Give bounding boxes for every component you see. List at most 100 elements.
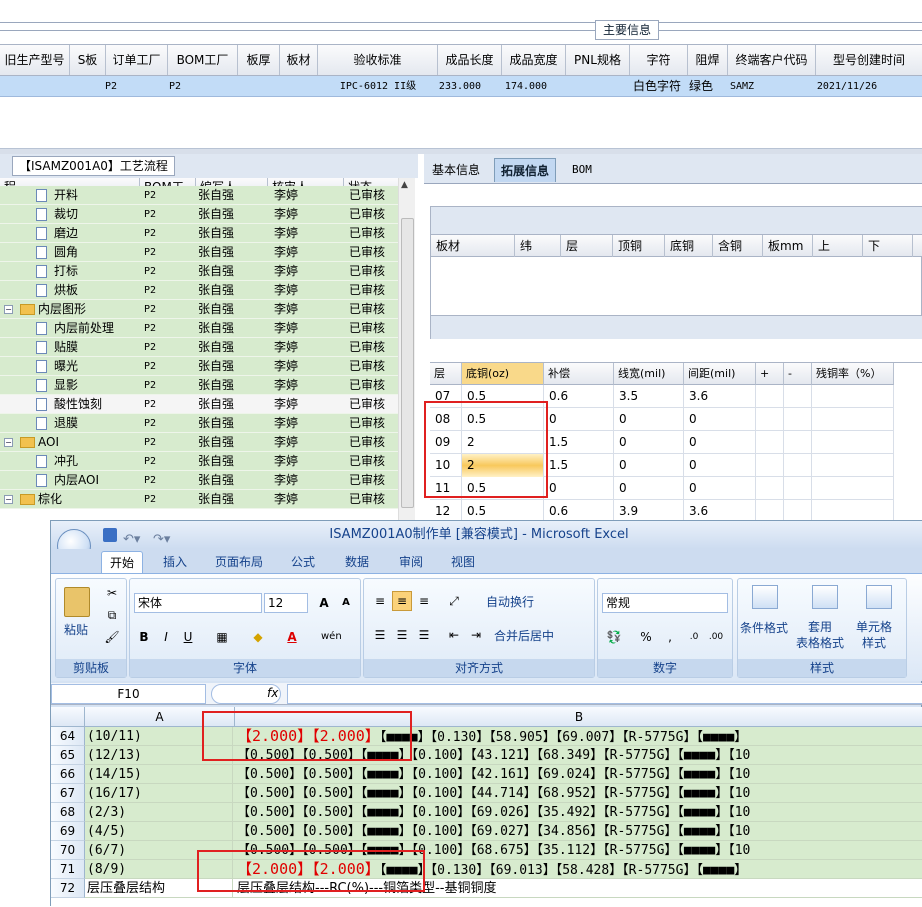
- increase-decimal-icon[interactable]: .0: [684, 627, 704, 647]
- tree-row[interactable]: 贴膜 P2 张自强 李婷 已审核: [0, 338, 398, 357]
- font-size-select[interactable]: 12: [264, 593, 308, 613]
- font-color-icon[interactable]: A: [282, 627, 302, 647]
- copy-icon[interactable]: ⧉: [102, 605, 122, 625]
- row-header[interactable]: 66: [51, 765, 85, 784]
- cell-b[interactable]: 【0.500】【0.500】【■■■■】【0.100】【44.714】【68.9…: [235, 784, 750, 803]
- tree-row[interactable]: 冲孔 P2 张自强 李婷 已审核: [0, 452, 398, 471]
- layer-cell[interactable]: [756, 385, 784, 408]
- layer-cell[interactable]: 0: [614, 454, 684, 477]
- percent-icon[interactable]: %: [636, 627, 656, 647]
- layer-cell[interactable]: 0: [614, 408, 684, 431]
- cell-a[interactable]: (16/17): [85, 784, 233, 803]
- layer-cell[interactable]: 0: [614, 431, 684, 454]
- table-format-button[interactable]: 套用 表格格式: [796, 619, 844, 651]
- tab-insert[interactable]: 插入: [155, 551, 195, 573]
- merge-center-button[interactable]: 合并后居中: [494, 627, 554, 644]
- main-info-row[interactable]: P2 P2 IPC-6012 II级 233.000 174.000 白色字符 …: [0, 76, 922, 97]
- number-format-select[interactable]: 常规: [602, 593, 728, 613]
- row-header[interactable]: 69: [51, 822, 85, 841]
- align-bottom-icon[interactable]: ≡: [414, 591, 434, 611]
- wrap-text-button[interactable]: 自动换行: [486, 593, 534, 610]
- paste-icon[interactable]: [64, 587, 90, 617]
- col-header[interactable]: +: [756, 363, 784, 385]
- cell-b[interactable]: 【0.500】【0.500】【■■■■】【0.100】【42.161】【69.0…: [235, 765, 750, 784]
- conditional-format-icon[interactable]: [752, 585, 778, 609]
- tree-row[interactable]: 内层前处理 P2 张自强 李婷 已审核: [0, 319, 398, 338]
- increase-indent-icon[interactable]: ⇥: [466, 625, 486, 645]
- cell-style-icon[interactable]: [866, 585, 892, 609]
- tab-bom[interactable]: BOM: [566, 158, 598, 182]
- layer-cell[interactable]: [756, 477, 784, 500]
- col-header[interactable]: 层: [561, 235, 613, 257]
- cell-a[interactable]: (2/3): [85, 803, 233, 822]
- font-name-select[interactable]: 宋体: [134, 593, 262, 613]
- layer-cell[interactable]: 1.5: [544, 431, 614, 454]
- phonetic-icon[interactable]: wén: [320, 627, 342, 647]
- row-header[interactable]: 68: [51, 803, 85, 822]
- italic-icon[interactable]: I: [156, 627, 176, 647]
- tree-row[interactable]: − 棕化 P2 张自强 李婷 已审核: [0, 490, 398, 509]
- fill-color-icon[interactable]: ◆: [248, 627, 268, 647]
- shrink-font-icon[interactable]: A: [336, 593, 356, 613]
- cell-style-button[interactable]: 单元格 样式: [856, 619, 892, 651]
- col-header[interactable]: PNL规格: [566, 45, 630, 75]
- col-header[interactable]: 线宽(mil): [614, 363, 684, 385]
- cell-b[interactable]: 【0.500】【0.500】【■■■■】【0.100】【69.026】【35.4…: [235, 803, 750, 822]
- tab-basic-info[interactable]: 基本信息: [426, 158, 486, 182]
- col-header[interactable]: 层: [430, 363, 462, 385]
- align-middle-icon[interactable]: ≡: [392, 591, 412, 611]
- col-header[interactable]: 板材: [280, 45, 318, 75]
- layer-cell[interactable]: [756, 431, 784, 454]
- col-header[interactable]: 字符: [630, 45, 688, 75]
- col-header[interactable]: 补偿: [544, 363, 614, 385]
- col-header[interactable]: 纬: [515, 235, 561, 257]
- formula-input[interactable]: [287, 684, 922, 704]
- layer-cell[interactable]: [812, 431, 894, 454]
- layer-cell[interactable]: [756, 454, 784, 477]
- currency-icon[interactable]: 💱: [604, 627, 624, 647]
- tree-row[interactable]: 打标 P2 张自强 李婷 已审核: [0, 262, 398, 281]
- bold-icon[interactable]: B: [134, 627, 154, 647]
- layer-cell[interactable]: [812, 454, 894, 477]
- layer-cell[interactable]: 0: [684, 454, 756, 477]
- row-header[interactable]: 67: [51, 784, 85, 803]
- layer-cell[interactable]: [756, 408, 784, 431]
- layer-cell[interactable]: [784, 477, 812, 500]
- layer-cell[interactable]: 0: [614, 477, 684, 500]
- col-header[interactable]: 底铜: [665, 235, 713, 257]
- layer-cell[interactable]: 0: [544, 477, 614, 500]
- row-header[interactable]: 71: [51, 860, 85, 879]
- col-header[interactable]: 顶铜: [613, 235, 665, 257]
- paste-button[interactable]: 粘贴: [64, 621, 88, 638]
- align-top-icon[interactable]: ≡: [370, 591, 390, 611]
- row-header[interactable]: 72: [51, 879, 85, 898]
- grow-font-icon[interactable]: A: [314, 593, 334, 613]
- layer-cell[interactable]: [784, 408, 812, 431]
- col-header[interactable]: 阻焊: [688, 45, 728, 75]
- col-header[interactable]: 终端客户代码: [728, 45, 816, 75]
- collapse-icon[interactable]: −: [4, 305, 13, 314]
- col-header[interactable]: -: [784, 363, 812, 385]
- cut-icon[interactable]: ✂: [102, 583, 122, 603]
- border-icon[interactable]: ▦: [212, 627, 232, 647]
- select-all[interactable]: [51, 707, 85, 727]
- col-header[interactable]: 成品长度: [438, 45, 502, 75]
- row-header[interactable]: 70: [51, 841, 85, 860]
- layer-cell[interactable]: [812, 477, 894, 500]
- collapse-icon[interactable]: −: [4, 438, 13, 447]
- layer-cell[interactable]: [812, 385, 894, 408]
- col-header[interactable]: 底铜(oz): [462, 363, 544, 385]
- tree-row[interactable]: 显影 P2 张自强 李婷 已审核: [0, 376, 398, 395]
- col-header[interactable]: 板材: [431, 235, 515, 257]
- layer-cell[interactable]: [784, 385, 812, 408]
- decrease-decimal-icon[interactable]: .00: [706, 627, 726, 647]
- layer-cell[interactable]: 0: [544, 408, 614, 431]
- name-box[interactable]: F10: [51, 684, 206, 704]
- conditional-format-button[interactable]: 条件格式: [740, 619, 788, 636]
- tree-row[interactable]: 内层AOI P2 张自强 李婷 已审核: [0, 471, 398, 490]
- fx-icon[interactable]: fx: [267, 686, 278, 700]
- tab-extended-info[interactable]: 拓展信息: [494, 158, 557, 182]
- col-header[interactable]: 旧生产型号: [0, 45, 70, 75]
- cell-b[interactable]: 【0.500】【0.500】【■■■■】【0.100】【69.027】【34.8…: [235, 822, 750, 841]
- tree-row[interactable]: 磨边 P2 张自强 李婷 已审核: [0, 224, 398, 243]
